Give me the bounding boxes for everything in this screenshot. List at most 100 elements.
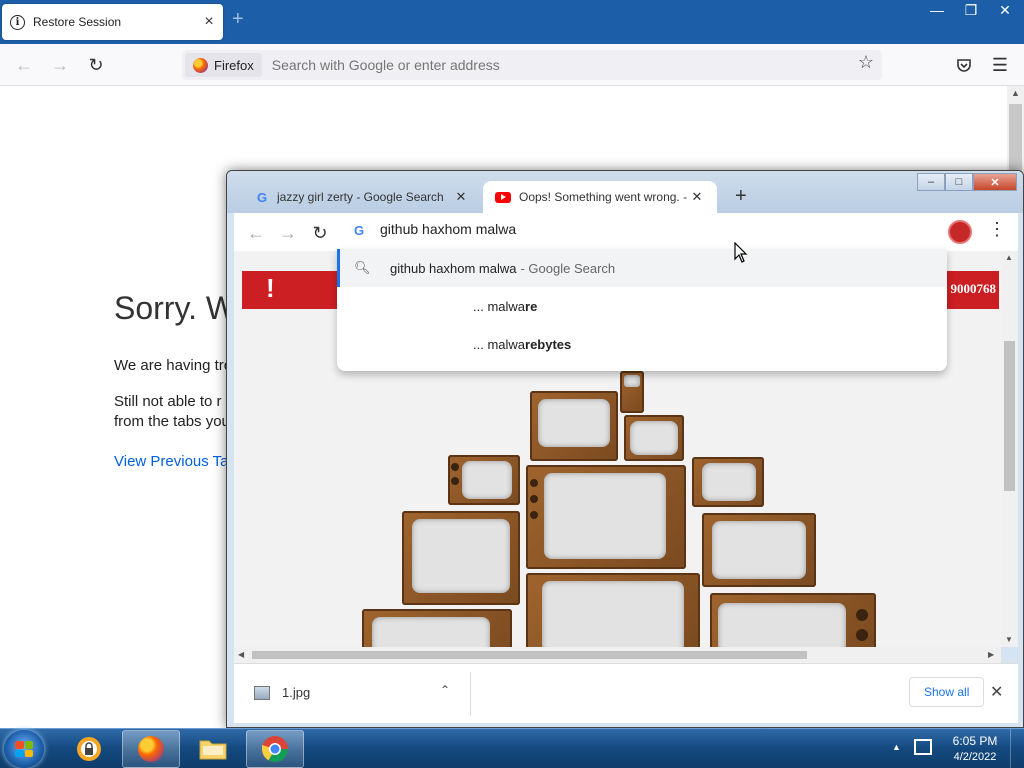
download-file-name[interactable]: 1.jpg bbox=[282, 685, 310, 700]
chrome-tab-youtube[interactable]: Oops! Something went wrong. - ✕ bbox=[483, 181, 717, 213]
kebab-menu-icon[interactable]: ⋮ bbox=[988, 219, 1006, 240]
firefox-logo-icon bbox=[138, 736, 164, 762]
scroll-right-arrow-icon[interactable]: ▶ bbox=[988, 650, 994, 659]
tv-illustration bbox=[620, 371, 644, 413]
tv-illustration bbox=[710, 593, 876, 647]
bookmark-star-icon[interactable]: ☆ bbox=[858, 52, 874, 73]
minimize-button[interactable]: — bbox=[920, 0, 954, 20]
tv-illustration bbox=[692, 457, 764, 507]
start-button[interactable] bbox=[4, 730, 44, 768]
suggestion-item[interactable]: ... malwarebytes bbox=[337, 325, 947, 363]
youtube-icon bbox=[495, 191, 511, 203]
firefox-address-bar[interactable]: Firefox ☆ bbox=[182, 50, 882, 80]
firefox-tab-title: Restore Session bbox=[33, 15, 122, 29]
firefox-new-tab-button[interactable]: + bbox=[232, 8, 244, 31]
maximize-button[interactable]: □ bbox=[945, 173, 973, 191]
close-window-button[interactable]: ✕ bbox=[973, 173, 1017, 191]
close-download-shelf-icon[interactable]: ✕ bbox=[990, 682, 1003, 702]
taskbar-chrome[interactable] bbox=[246, 730, 304, 768]
scroll-down-arrow-icon[interactable]: ▼ bbox=[1005, 635, 1013, 644]
restore-heading: Sorry. W bbox=[114, 290, 237, 326]
restore-paragraph-1: We are having tro bbox=[114, 357, 233, 374]
forward-arrow-icon[interactable]: → bbox=[46, 51, 74, 79]
windows-logo-icon bbox=[15, 741, 33, 757]
firefox-url-input[interactable] bbox=[271, 57, 882, 73]
scroll-up-arrow-icon[interactable]: ▲ bbox=[1005, 253, 1013, 262]
show-desktop-button[interactable] bbox=[1010, 729, 1024, 768]
banner-code: 9000768 bbox=[950, 281, 997, 296]
chrome-tab-google-search[interactable]: G jazzy girl zerty - Google Search ✕ bbox=[243, 181, 481, 213]
shield-lock-icon bbox=[77, 737, 101, 761]
taskbar-firefox[interactable] bbox=[122, 730, 180, 768]
suggestion-item[interactable]: ... malware bbox=[337, 287, 947, 325]
firefox-tab-restore-session[interactable]: i Restore Session × bbox=[2, 4, 223, 40]
chrome-tab-title: Oops! Something went wrong. - bbox=[519, 190, 688, 204]
suggestion-google-search[interactable]: 🔍︎ github haxhom malwa - Google Search bbox=[337, 249, 947, 287]
taskbar-file-explorer[interactable] bbox=[184, 730, 242, 768]
tv-illustration bbox=[362, 609, 512, 647]
view-previous-tabs-link[interactable]: View Previous Ta bbox=[114, 453, 229, 470]
suggestion-query: github haxhom malwa bbox=[390, 260, 517, 276]
restore-button[interactable]: ❐ bbox=[954, 0, 988, 20]
chrome-horizontal-scrollbar[interactable]: ◀ ▶ bbox=[234, 647, 1001, 663]
profile-avatar[interactable] bbox=[948, 220, 972, 244]
google-g-icon: G bbox=[353, 222, 365, 238]
firefox-identity-box[interactable]: Firefox bbox=[185, 53, 262, 77]
folder-icon bbox=[199, 740, 227, 760]
minimize-button[interactable]: – bbox=[917, 173, 945, 191]
firefox-logo-icon bbox=[193, 57, 208, 73]
scroll-left-arrow-icon[interactable]: ◀ bbox=[238, 650, 244, 659]
tv-illustration bbox=[402, 511, 520, 605]
reload-icon[interactable]: ↻ bbox=[306, 219, 334, 247]
back-arrow-icon[interactable]: ← bbox=[10, 51, 38, 79]
show-all-button[interactable]: Show all bbox=[909, 677, 985, 707]
divider bbox=[470, 672, 471, 716]
firefox-tab-close-button[interactable]: × bbox=[199, 13, 219, 31]
back-arrow-icon[interactable]: ← bbox=[242, 219, 270, 247]
suggestion-text: ... malware bbox=[473, 298, 538, 314]
chrome-window: G jazzy girl zerty - Google Search ✕ Oop… bbox=[226, 170, 1024, 728]
exclamation-icon: ! bbox=[266, 273, 275, 303]
pocket-icon[interactable] bbox=[950, 51, 978, 79]
chrome-vertical-scrollbar[interactable]: ▲ ▼ bbox=[1001, 251, 1018, 647]
show-hidden-icons-icon[interactable]: ▲ bbox=[892, 742, 901, 752]
tv-illustration bbox=[702, 513, 816, 587]
windows-taskbar: ▲ 6:05 PM 4/2/2022 bbox=[0, 728, 1024, 768]
scrollbar-thumb[interactable] bbox=[252, 651, 807, 659]
chrome-omnibox-input[interactable] bbox=[380, 221, 680, 237]
tv-illustration bbox=[624, 415, 684, 461]
close-window-button[interactable]: ✕ bbox=[988, 0, 1022, 20]
google-g-icon: G bbox=[256, 189, 268, 205]
clock-date[interactable]: 4/2/2022 bbox=[948, 751, 1002, 763]
forward-arrow-icon[interactable]: → bbox=[274, 219, 302, 247]
chrome-tab-title: jazzy girl zerty - Google Search bbox=[277, 190, 444, 204]
taskbar-app-shield[interactable] bbox=[60, 730, 118, 768]
scrollbar-thumb[interactable] bbox=[1004, 341, 1015, 491]
tv-illustration bbox=[526, 465, 686, 569]
chrome-logo-icon bbox=[261, 736, 289, 763]
hamburger-menu-icon[interactable]: ☰ bbox=[986, 51, 1014, 79]
firefox-window-controls: — ❐ ✕ bbox=[920, 0, 1022, 20]
tv-illustration bbox=[448, 455, 520, 505]
chrome-window-controls: – □ ✕ bbox=[917, 173, 1017, 191]
clock-time[interactable]: 6:05 PM bbox=[950, 734, 1000, 748]
download-shelf: 1.jpg ⌃ Show all ✕ bbox=[234, 663, 1018, 723]
chrome-new-tab-button[interactable]: + bbox=[735, 185, 747, 208]
tv-illustration bbox=[530, 391, 618, 461]
tab-close-icon[interactable]: ✕ bbox=[453, 189, 469, 205]
suggestion-suffix: - Google Search bbox=[520, 260, 616, 276]
network-icon[interactable] bbox=[914, 739, 932, 755]
info-icon: i bbox=[10, 14, 25, 30]
mouse-cursor-icon bbox=[734, 241, 748, 267]
scroll-up-arrow-icon[interactable]: ▲ bbox=[1007, 88, 1024, 98]
tab-close-icon[interactable]: ✕ bbox=[689, 189, 705, 205]
reload-icon[interactable]: ↻ bbox=[82, 51, 110, 79]
identity-label: Firefox bbox=[214, 57, 254, 73]
restore-paragraph-2-line-2: from the tabs you bbox=[114, 413, 230, 430]
restore-paragraph-2-line-1: Still not able to r bbox=[114, 393, 222, 410]
restore-paragraph-2: Still not able to r from the tabs you bbox=[114, 392, 234, 432]
suggestion-text: ... malwarebytes bbox=[473, 336, 572, 352]
chevron-up-icon[interactable]: ⌃ bbox=[440, 683, 450, 697]
omnibox-suggestions-dropdown: 🔍︎ github haxhom malwa - Google Search .… bbox=[337, 249, 947, 371]
image-file-icon bbox=[254, 686, 270, 700]
